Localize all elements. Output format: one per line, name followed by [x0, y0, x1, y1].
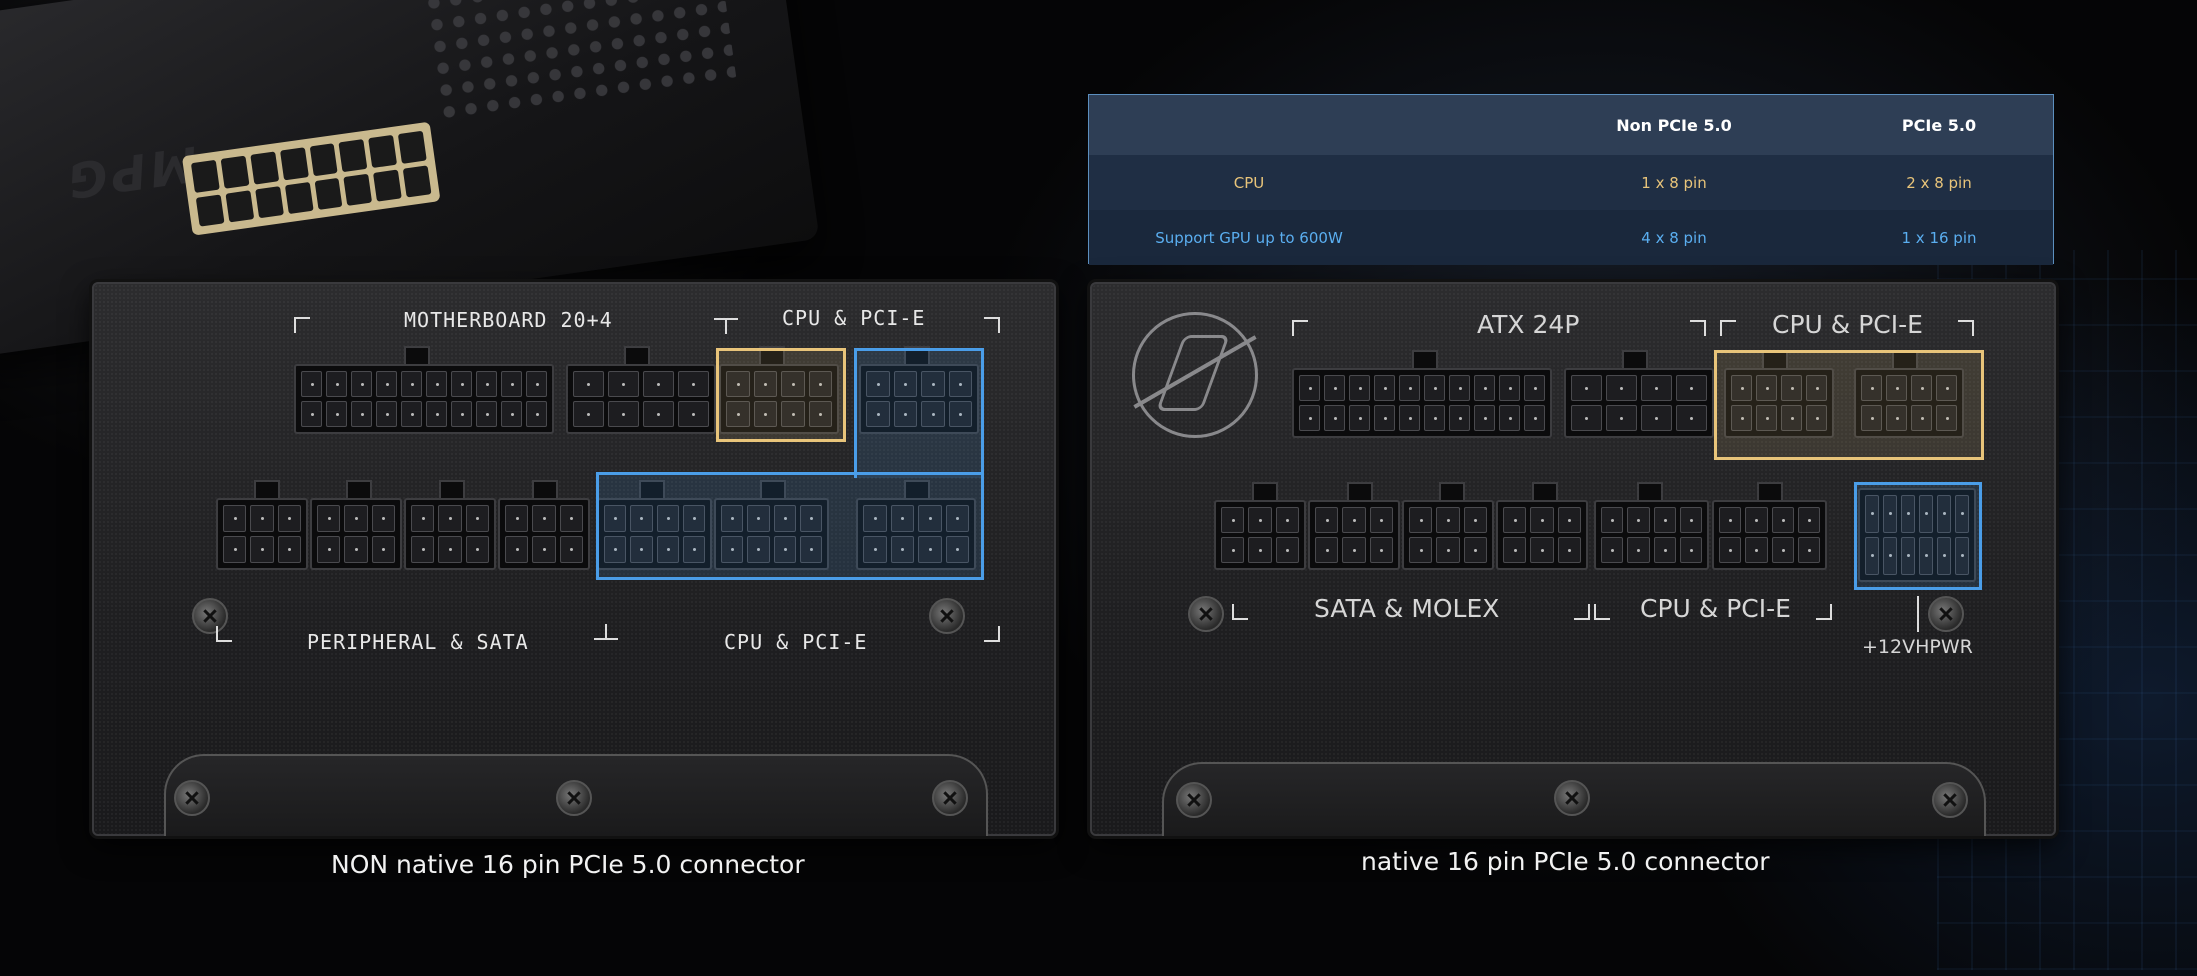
psu-left-panel: MOTHERBOARD 20+4 CPU & PCI-E PERIPHERAL … — [92, 282, 1056, 836]
screw — [174, 780, 210, 816]
spec-row-cpu: CPU 1 x 8 pin 2 x 8 pin — [1089, 155, 2053, 211]
gpu-highlight-left-top — [854, 348, 984, 478]
spec-header-non-pcie5: Non PCIe 5.0 — [1616, 115, 1732, 135]
gpu-highlight-right — [1854, 482, 1982, 590]
spec-cell: Support GPU up to 600W — [1155, 228, 1343, 247]
label-12vhpwr: +12VHPWR — [1862, 636, 1973, 658]
spec-cell: 1 x 8 pin — [1641, 173, 1707, 192]
spec-header-pcie5: PCIe 5.0 — [1901, 115, 1977, 135]
label-atx-24p: ATX 24P — [1477, 310, 1580, 339]
screw — [1176, 782, 1212, 818]
top-unit-logo: MPG — [60, 134, 202, 209]
label-cpu-pcie-bottom: CPU & PCI-E — [724, 630, 868, 654]
screw — [1928, 596, 1964, 632]
screw — [1932, 782, 1968, 818]
screw — [932, 780, 968, 816]
spec-row-gpu: Support GPU up to 600W 4 x 8 pin 1 x 16 … — [1089, 210, 2053, 265]
connector-sata-4 — [1496, 500, 1588, 570]
spec-cell: 4 x 8 pin — [1641, 228, 1707, 247]
spec-table-header: Non PCIe 5.0 PCIe 5.0 — [1089, 95, 2053, 155]
label-cpu-pcie-bottom: CPU & PCI-E — [1640, 594, 1791, 623]
connector-peripheral-1 — [216, 498, 308, 570]
label-cpu-pcie-top: CPU & PCI-E — [1772, 310, 1923, 339]
connector-atx-4 — [566, 364, 716, 434]
connector-peripheral-4 — [498, 498, 590, 570]
vent-dots — [418, 0, 737, 121]
caption-right: native 16 pin PCIe 5.0 connector — [1361, 847, 1770, 876]
psu-right-panel: ATX 24P CPU & PCI-E SATA & MOLEX CPU & P… — [1090, 282, 2056, 836]
spec-table: Non PCIe 5.0 PCIe 5.0 CPU 1 x 8 pin 2 x … — [1088, 94, 2054, 265]
top-unit-connector — [181, 121, 441, 236]
screw — [556, 780, 592, 816]
connector-sata-1 — [1214, 500, 1306, 570]
connector-peripheral-3 — [404, 498, 496, 570]
label-cpu-pcie-top: CPU & PCI-E — [782, 306, 926, 330]
connector-atx-aux — [1564, 368, 1714, 438]
connector-pcie-1 — [1594, 500, 1709, 570]
cpu-highlight-right — [1714, 350, 1984, 460]
connector-pcie-2 — [1712, 500, 1827, 570]
label-peripheral-sata: PERIPHERAL & SATA — [307, 630, 529, 654]
connector-atx-24 — [294, 364, 554, 434]
label-sata-molex: SATA & MOLEX — [1314, 594, 1500, 623]
brand-emblem-icon — [1132, 312, 1258, 438]
spec-cell: CPU — [1233, 173, 1265, 192]
connector-sata-3 — [1402, 500, 1494, 570]
connector-atx-24 — [1292, 368, 1552, 438]
cpu-highlight-left — [716, 348, 846, 442]
connector-peripheral-2 — [310, 498, 402, 570]
screw — [929, 598, 965, 634]
connector-sata-2 — [1308, 500, 1400, 570]
spec-cell: 1 x 16 pin — [1901, 228, 1977, 247]
gpu-highlight-left-bottom — [596, 472, 984, 580]
spec-cell: 2 x 8 pin — [1906, 173, 1972, 192]
screw — [1554, 780, 1590, 816]
label-motherboard: MOTHERBOARD 20+4 — [404, 308, 613, 332]
screw — [1188, 596, 1224, 632]
caption-left: NON native 16 pin PCIe 5.0 connector — [331, 850, 805, 879]
